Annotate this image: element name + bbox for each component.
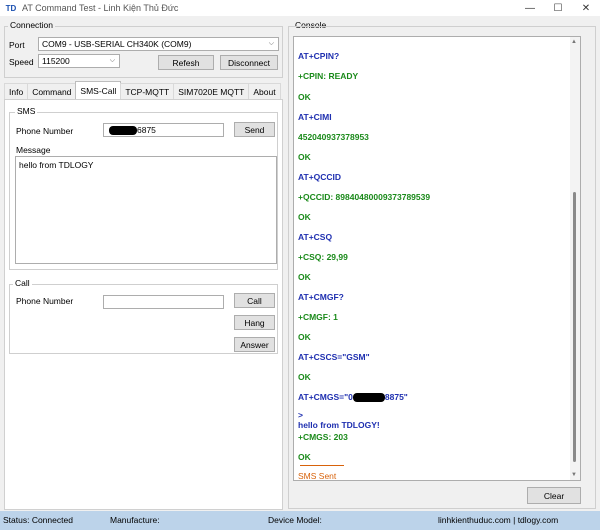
app-logo-icon: TD	[5, 3, 17, 13]
connection-group-label: Connection	[8, 20, 56, 30]
tab-about[interactable]: About	[248, 83, 281, 99]
window-controls: — ☐ ✕	[516, 0, 600, 16]
chevron-down-icon: ⌵	[268, 40, 274, 47]
call-phone-input[interactable]	[103, 295, 224, 309]
scroll-down-icon[interactable]: ▼	[571, 472, 577, 478]
console-line: 452040937378953	[298, 132, 369, 142]
website-text: linhkienthuduc.com | tdlogy.com	[438, 515, 559, 525]
message-value: hello from TDLOGY	[19, 160, 94, 170]
port-select[interactable]: COM9 - USB-SERIAL CH340K (COM9) ⌵	[38, 37, 279, 51]
console-line: +CSQ: 29,99	[298, 252, 348, 262]
speed-select-value: 115200	[42, 56, 70, 66]
tab-tcp-mqtt[interactable]: TCP-MQTT	[120, 83, 175, 99]
console-line: AT+CMGF?	[298, 292, 344, 302]
console-line: OK	[298, 452, 311, 462]
console-scrollbar[interactable]: ▲ ▼	[570, 37, 580, 480]
tab-command[interactable]: Command	[27, 83, 77, 99]
console-line: OK	[298, 372, 311, 382]
port-label: Port	[9, 40, 25, 50]
title-bar: TD AT Command Test - Linh Kiện Thủ Đức —…	[0, 0, 600, 16]
scrollbar-thumb[interactable]	[573, 192, 576, 462]
tab-info[interactable]: Info	[4, 83, 29, 99]
maximize-icon[interactable]: ☐	[544, 0, 572, 16]
refresh-button[interactable]: Refesh	[158, 55, 214, 70]
message-textarea[interactable]: hello from TDLOGY	[15, 156, 277, 264]
scroll-up-icon[interactable]: ▲	[571, 39, 577, 45]
console-line: AT+CSQ	[298, 232, 333, 242]
call-button[interactable]: Call	[234, 293, 275, 308]
console-line: OK	[298, 92, 311, 102]
console-line: OK	[298, 272, 311, 282]
tab-sms-call[interactable]: SMS-Call	[75, 81, 122, 99]
divider	[300, 465, 344, 466]
console-line: SMS Sent	[298, 471, 337, 481]
console-line: +CMGS: 203	[298, 432, 348, 442]
speed-select[interactable]: 115200 ⌵	[38, 54, 120, 68]
console-line: AT+CIMI	[298, 112, 332, 122]
console-output[interactable]: AT+CPIN? +CPIN: READY OK AT+CIMI 4520409…	[293, 36, 581, 481]
console-line: +QCCID: 89840480009373789539	[298, 192, 431, 202]
console-line: >	[298, 410, 303, 420]
console-line: +CPIN: READY	[298, 71, 359, 81]
status-bar: Status: Connected Manufacture: Device Mo…	[0, 511, 600, 530]
sms-phone-value: 6875	[137, 125, 156, 135]
minimize-icon[interactable]: —	[516, 0, 544, 16]
console-line: AT+CMGS="0 8875"	[298, 392, 408, 403]
speed-label: Speed	[9, 57, 34, 67]
sms-call-panel: SMS Phone Number 6875 Send Message hello…	[4, 99, 283, 510]
console-line: OK	[298, 332, 311, 342]
chevron-down-icon: ⌵	[109, 57, 115, 64]
sms-phone-input[interactable]: 6875	[103, 123, 224, 137]
window-title: AT Command Test - Linh Kiện Thủ Đức	[22, 3, 179, 13]
tab-sim7020e-mqtt[interactable]: SIM7020E MQTT	[173, 83, 250, 99]
hang-button[interactable]: Hang	[234, 315, 275, 330]
sms-group-label: SMS	[15, 106, 38, 116]
sms-phone-label: Phone Number	[16, 126, 74, 136]
manufacturer-text: Manufacture:	[110, 515, 160, 525]
console-line: hello from TDLOGY!	[298, 420, 380, 430]
message-label: Message	[16, 145, 51, 155]
call-group-label: Call	[13, 278, 32, 288]
disconnect-button[interactable]: Disconnect	[220, 55, 278, 70]
redacted-mark	[109, 125, 137, 135]
close-icon[interactable]: ✕	[572, 0, 600, 16]
tab-strip: Info Command SMS-Call TCP-MQTT SIM7020E …	[4, 81, 281, 99]
device-model-text: Device Model:	[268, 515, 322, 525]
status-text: Status: Connected	[3, 515, 73, 525]
answer-button[interactable]: Answer	[234, 337, 275, 352]
console-line: OK	[298, 152, 311, 162]
send-button[interactable]: Send	[234, 122, 275, 137]
connection-group	[4, 26, 283, 78]
redacted-mark	[352, 393, 385, 403]
console-line: AT+CPIN?	[298, 51, 340, 61]
console-line: AT+QCCID	[298, 172, 342, 182]
call-phone-label: Phone Number	[16, 296, 74, 306]
port-select-value: COM9 - USB-SERIAL CH340K (COM9)	[42, 39, 192, 49]
console-line: +CMGF: 1	[298, 312, 338, 322]
console-line: AT+CSCS="GSM"	[298, 352, 370, 362]
console-line: OK	[298, 212, 311, 222]
clear-button[interactable]: Clear	[527, 487, 581, 504]
